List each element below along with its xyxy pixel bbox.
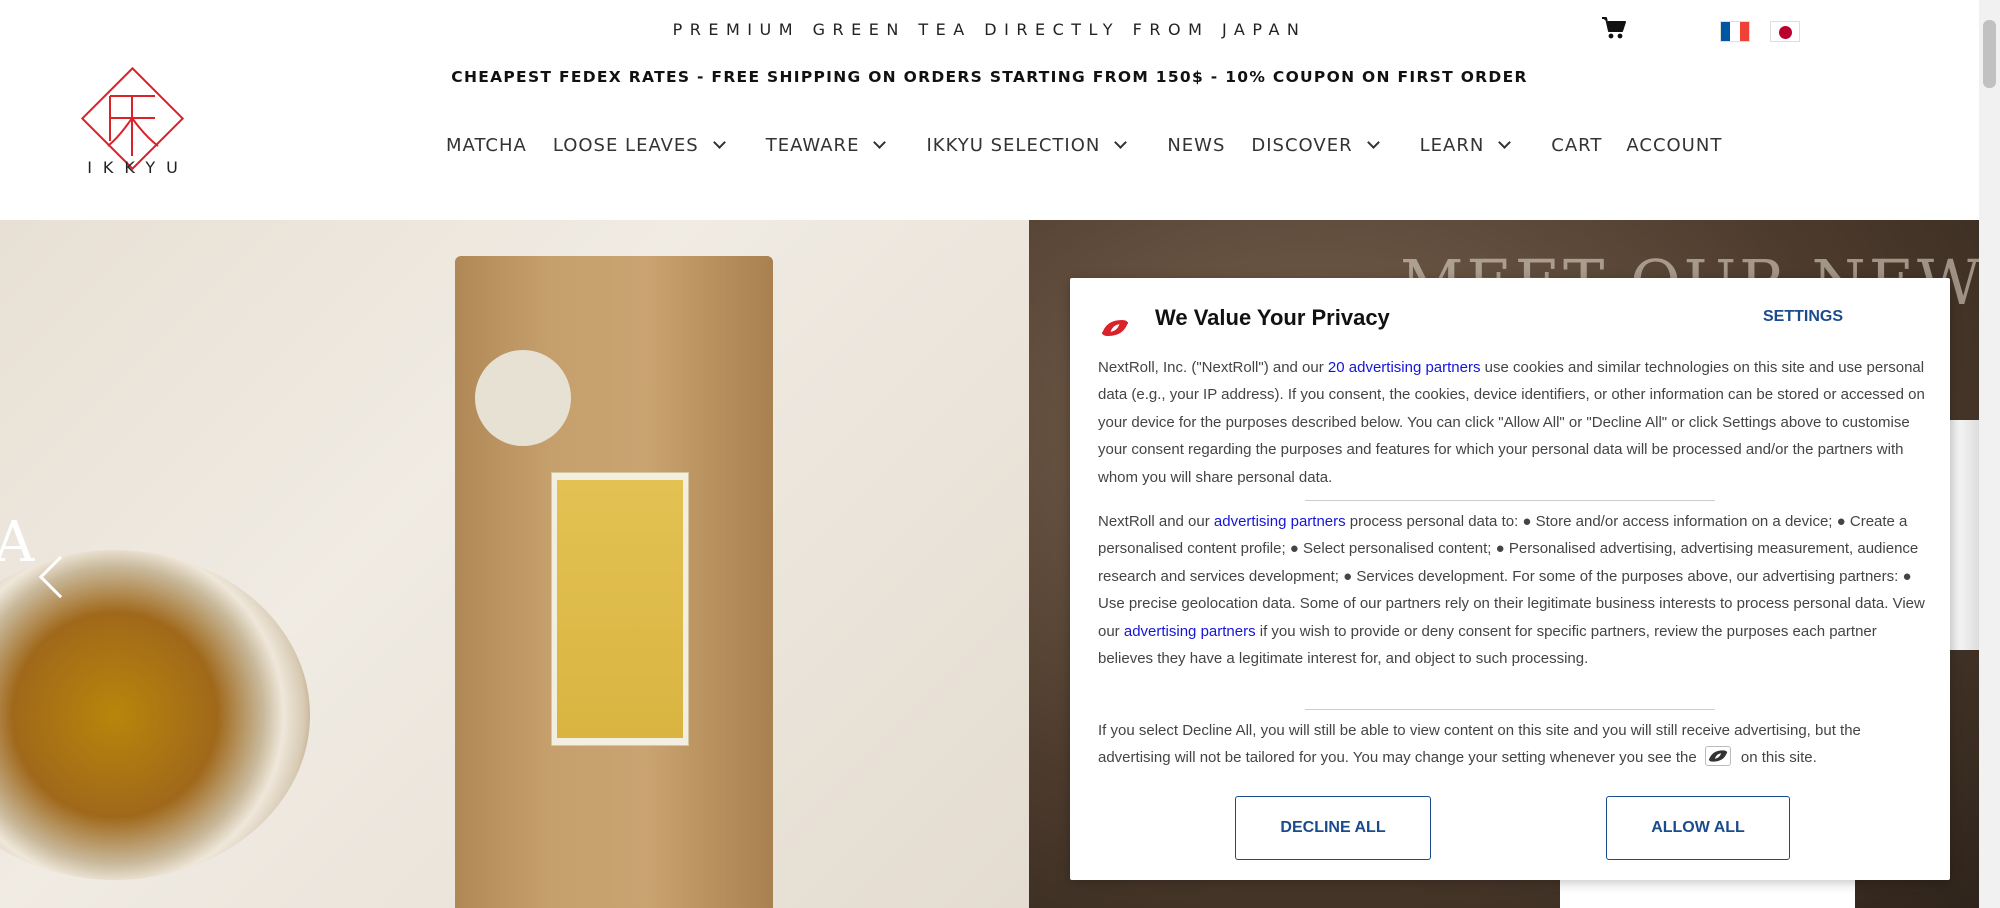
france-flag-icon[interactable] [1720,21,1750,42]
settings-button[interactable]: SETTINGS [1763,308,1843,326]
chevron-down-icon [1498,136,1512,149]
chevron-down-icon [873,136,887,149]
scrollbar-thumb[interactable] [1983,20,1996,88]
nav-item-matcha[interactable]: MATCHA [446,135,527,156]
paragraph-text: NextRoll and our [1098,513,1214,530]
decline-all-button[interactable]: DECLINE ALL [1235,796,1431,860]
consent-paragraph-intro: NextRoll, Inc. ("NextRoll") and our 20 a… [1098,354,1928,491]
nav-item-label: MATCHA [446,134,527,156]
consent-title: We Value Your Privacy [1155,305,1390,330]
advertising-partners-link[interactable]: advertising partners [1124,623,1256,640]
nav-item-label: LEARN [1419,134,1485,156]
consent-paragraph-purposes: NextRoll and our advertising partners pr… [1098,508,1928,672]
shopping-cart-icon[interactable] [1601,16,1627,40]
tea-bag-label-inner [557,480,683,738]
japan-flag-icon[interactable] [1770,21,1800,42]
nav-item-cart[interactable]: CART [1551,135,1602,156]
paragraph-text: use cookies and similar technologies on … [1098,359,1925,486]
nav-item-discover[interactable]: DISCOVER [1251,134,1380,156]
nextroll-logo-icon [1098,316,1132,340]
advertising-partners-link[interactable]: 20 advertising partners [1328,359,1481,376]
nav-item-label: NEWS [1167,134,1226,156]
tea-bag-seal [475,350,571,446]
paragraph-text: on this site. [1740,749,1817,767]
page-scrollbar[interactable] [1979,0,2000,908]
nav-item-ikkyu-selection[interactable]: IKKYU SELECTION [926,134,1128,156]
divider [1305,709,1715,710]
nav-item-teaware[interactable]: TEAWARE [765,134,887,156]
tagline: PREMIUM GREEN TEA DIRECTLY FROM JAPAN [672,20,1307,39]
nextroll-inline-icon [1704,746,1731,767]
allow-all-button[interactable]: ALLOW ALL [1606,796,1790,860]
chevron-down-icon [1366,136,1380,149]
privacy-consent-dialog: We Value Your Privacy SETTINGS NextRoll,… [1070,278,1950,880]
nav-item-label: ACCOUNT [1626,134,1723,156]
chevron-down-icon [1114,136,1128,149]
nav-item-label: LOOSE LEAVES [552,134,699,156]
promo-banner: CHEAPEST FEDEX RATES - FREE SHIPPING ON … [451,68,1528,86]
nav-item-learn[interactable]: LEARN [1419,134,1512,156]
paragraph-text: NextRoll, Inc. ("NextRoll") and our [1098,359,1328,376]
chevron-down-icon [712,136,726,149]
nav-item-label: TEAWARE [765,134,860,156]
logo-text: IKKYU [87,158,189,177]
site-header: PREMIUM GREEN TEA DIRECTLY FROM JAPAN CH… [0,0,1979,220]
paragraph-text: process personal data to: ● Store and/or… [1098,513,1925,640]
nav-item-news[interactable]: NEWS [1167,135,1225,156]
nav-item-loose-leaves[interactable]: LOOSE LEAVES [552,134,726,156]
main-nav: MATCHA LOOSE LEAVES TEAWARE IKKYU SELECT… [446,132,1722,158]
hero-text-fragment: A [0,510,35,575]
nav-item-account[interactable]: ACCOUNT [1626,135,1722,156]
nav-item-label: CART [1551,134,1603,156]
nav-item-label: DISCOVER [1251,134,1353,156]
advertising-partners-link[interactable]: advertising partners [1214,513,1346,530]
divider [1305,500,1715,501]
nav-item-label: IKKYU SELECTION [926,134,1101,156]
consent-paragraph-decline: If you select Decline All, you will stil… [1098,717,1928,772]
